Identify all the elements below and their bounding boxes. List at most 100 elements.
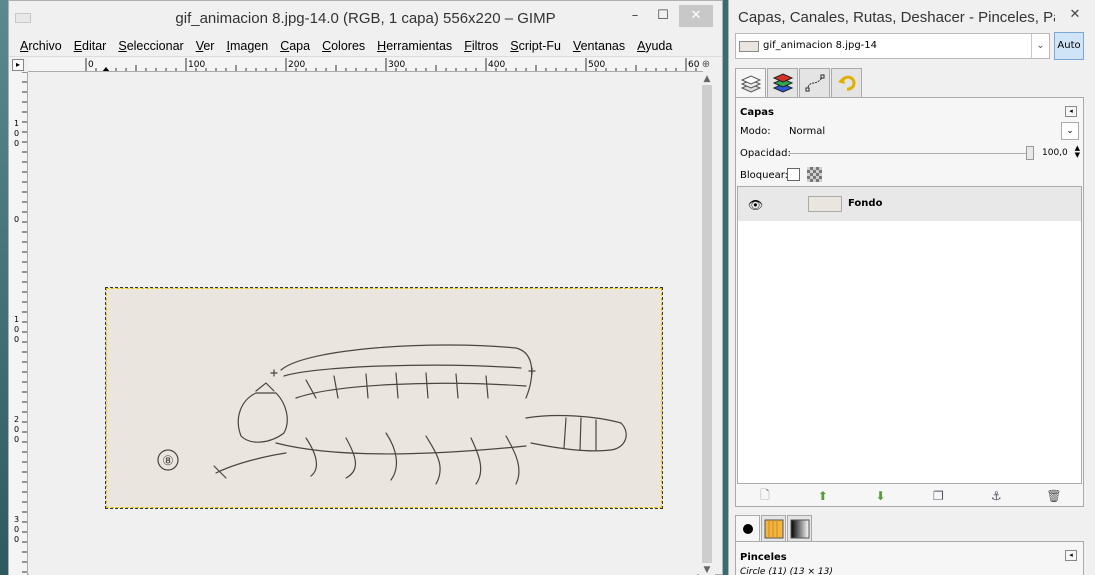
ruler-top-label-400: 400 bbox=[488, 60, 505, 70]
image-canvas[interactable]: ⑧ bbox=[29, 73, 697, 575]
lower-layer-icon[interactable]: ⬇ bbox=[871, 489, 891, 503]
ruler-left-label-d3: 0 bbox=[14, 435, 19, 444]
current-brush-label: Circle (11) (13 × 13) bbox=[740, 567, 833, 575]
image-window-titlebar[interactable]: gif_animacion 8.jpg-14.0 (RGB, 1 capa) 5… bbox=[9, 1, 722, 35]
ruler-top-label-600: 60 bbox=[688, 60, 700, 70]
tab-paths[interactable] bbox=[799, 68, 830, 97]
dock-title: Capas, Canales, Rutas, Deshacer - Pincel… bbox=[738, 9, 1055, 26]
zoom-navigate-icon[interactable]: ⊕ bbox=[699, 59, 713, 71]
desktop-background bbox=[0, 0, 8, 575]
ruler-left-label-a1: 1 bbox=[14, 119, 19, 128]
ruler-left-label-b: 0 bbox=[14, 215, 19, 224]
menu-imagen[interactable]: Imagen bbox=[225, 39, 269, 53]
lock-label: Bloquear: bbox=[740, 170, 789, 181]
menu-herramientas[interactable]: Herramientas bbox=[376, 39, 453, 53]
channels-icon bbox=[772, 73, 793, 93]
dock-window: Capas, Canales, Rutas, Deshacer - Pincel… bbox=[728, 0, 1095, 575]
brush-tabs bbox=[735, 515, 813, 541]
ruler-left-label-e3: 0 bbox=[14, 535, 19, 544]
opacity-label: Opacidad: bbox=[740, 148, 791, 159]
quick-mask-corner-button[interactable]: ▸ bbox=[12, 59, 24, 71]
menu-seleccionar[interactable]: Seleccionar bbox=[117, 39, 184, 53]
tab-patterns[interactable] bbox=[761, 515, 786, 541]
delete-layer-icon[interactable]: 🗑 bbox=[1044, 489, 1064, 503]
mode-chevron-down-icon[interactable]: ⌄ bbox=[1061, 122, 1079, 140]
mode-value[interactable]: Normal bbox=[789, 126, 825, 137]
ruler-top-label-500: 500 bbox=[588, 60, 605, 70]
tab-channels[interactable] bbox=[767, 68, 798, 97]
ruler-top-label-200: 200 bbox=[288, 60, 305, 70]
menu-bar: Archivo Editar Seleccionar Ver Imagen Ca… bbox=[9, 35, 722, 57]
ruler-pointer-marker bbox=[102, 67, 110, 71]
maximize-button[interactable]: ☐ bbox=[649, 5, 677, 27]
minimize-button[interactable]: – bbox=[621, 5, 649, 27]
menu-archivo[interactable]: Archivo bbox=[19, 39, 63, 53]
lock-pixels-checkbox[interactable] bbox=[787, 168, 800, 181]
menu-capa[interactable]: Capa bbox=[279, 39, 311, 53]
menu-script-fu[interactable]: Script-Fu bbox=[509, 39, 562, 53]
layer-list: 👁 Fondo bbox=[737, 186, 1082, 484]
menu-ver[interactable]: Ver bbox=[195, 39, 216, 53]
menu-ventanas[interactable]: Ventanas bbox=[572, 39, 626, 53]
scroll-thumb[interactable] bbox=[702, 85, 712, 563]
layers-icon bbox=[740, 74, 761, 93]
vertical-ruler[interactable]: 1 0 0 0 1 0 0 2 0 0 3 0 0 bbox=[9, 72, 28, 575]
image-layer-fondo[interactable]: ⑧ bbox=[105, 287, 663, 509]
menu-editar[interactable]: Editar bbox=[73, 39, 108, 53]
close-button[interactable]: ✕ bbox=[679, 5, 713, 27]
opacity-slider[interactable] bbox=[789, 153, 1030, 154]
gradient-icon bbox=[790, 519, 809, 538]
brushes-panel: Pinceles ◂ Circle (11) (13 × 13) bbox=[735, 541, 1084, 575]
tab-undo-history[interactable] bbox=[831, 68, 862, 97]
vertical-scrollbar[interactable]: ▲ ▼ bbox=[699, 73, 715, 575]
undo-icon bbox=[837, 75, 855, 91]
image-selector-dropdown[interactable]: gif_animacion 8.jpg-14 ⌄ bbox=[735, 33, 1050, 59]
auto-button[interactable]: Auto bbox=[1054, 32, 1084, 60]
duplicate-layer-icon[interactable]: ❐ bbox=[928, 489, 948, 503]
image-thumbnail bbox=[739, 41, 759, 52]
ruler-left-label-d1: 2 bbox=[14, 415, 19, 424]
ruler-left-label-e1: 3 bbox=[14, 515, 19, 524]
anchor-layer-icon[interactable]: ⚓ bbox=[986, 489, 1006, 503]
layers-panel-title: Capas bbox=[740, 107, 774, 118]
raise-layer-icon[interactable]: ⬆ bbox=[813, 489, 833, 503]
horizontal-ruler-ticks: 0 100 200 300 400 500 60 bbox=[85, 58, 700, 71]
scroll-up-icon[interactable]: ▲ bbox=[699, 73, 715, 85]
menu-colores[interactable]: Colores bbox=[321, 39, 366, 53]
opacity-slider-handle[interactable] bbox=[1026, 146, 1034, 160]
brush-circle-icon bbox=[742, 523, 753, 534]
caption-number: ⑧ bbox=[162, 454, 174, 469]
horizontal-ruler[interactable]: 0 100 200 300 400 500 60 bbox=[28, 58, 703, 72]
lock-alpha-icon[interactable] bbox=[807, 167, 822, 182]
new-layer-icon[interactable]: 🗋 bbox=[755, 486, 775, 507]
layer-thumbnail bbox=[808, 196, 842, 212]
ruler-left-label-c1: 1 bbox=[14, 315, 19, 324]
ruler-left-label-a3: 0 bbox=[14, 139, 19, 148]
ruler-left-label-d2: 0 bbox=[14, 425, 19, 434]
mode-label: Modo: bbox=[740, 126, 771, 137]
dock-titlebar[interactable]: Capas, Canales, Rutas, Deshacer - Pincel… bbox=[729, 0, 1095, 34]
scroll-down-icon[interactable]: ▼ bbox=[699, 564, 715, 575]
brushes-panel-title: Pinceles bbox=[740, 552, 787, 563]
brushes-panel-menu-icon[interactable]: ◂ bbox=[1065, 550, 1077, 561]
layer-row-fondo[interactable]: 👁 Fondo bbox=[738, 187, 1081, 221]
pattern-icon bbox=[764, 519, 783, 538]
image-selector-value: gif_animacion 8.jpg-14 bbox=[763, 40, 878, 51]
panel-menu-icon[interactable]: ◂ bbox=[1065, 106, 1077, 117]
opacity-spinner-icon[interactable]: ▲ ▼ bbox=[1075, 145, 1080, 159]
eye-icon[interactable]: 👁 bbox=[748, 198, 763, 212]
layer-name[interactable]: Fondo bbox=[848, 198, 882, 209]
tab-layers[interactable] bbox=[735, 68, 766, 98]
catbus-sketch: ⑧ bbox=[157, 344, 627, 485]
tab-brushes[interactable] bbox=[735, 515, 760, 541]
ruler-top-label-0: 0 bbox=[88, 60, 94, 70]
dock-scrollbar[interactable] bbox=[1087, 97, 1095, 575]
menu-ayuda[interactable]: Ayuda bbox=[636, 39, 673, 53]
opacity-value[interactable]: 100,0 bbox=[1042, 148, 1068, 158]
tab-gradients[interactable] bbox=[787, 515, 812, 541]
menu-filtros[interactable]: Filtros bbox=[463, 39, 499, 53]
dock-close-button[interactable]: ✕ bbox=[1064, 4, 1086, 26]
dock-tabs bbox=[735, 68, 863, 98]
chevron-down-icon[interactable]: ⌄ bbox=[1031, 34, 1049, 58]
ruler-left-label-e2: 0 bbox=[14, 525, 19, 534]
